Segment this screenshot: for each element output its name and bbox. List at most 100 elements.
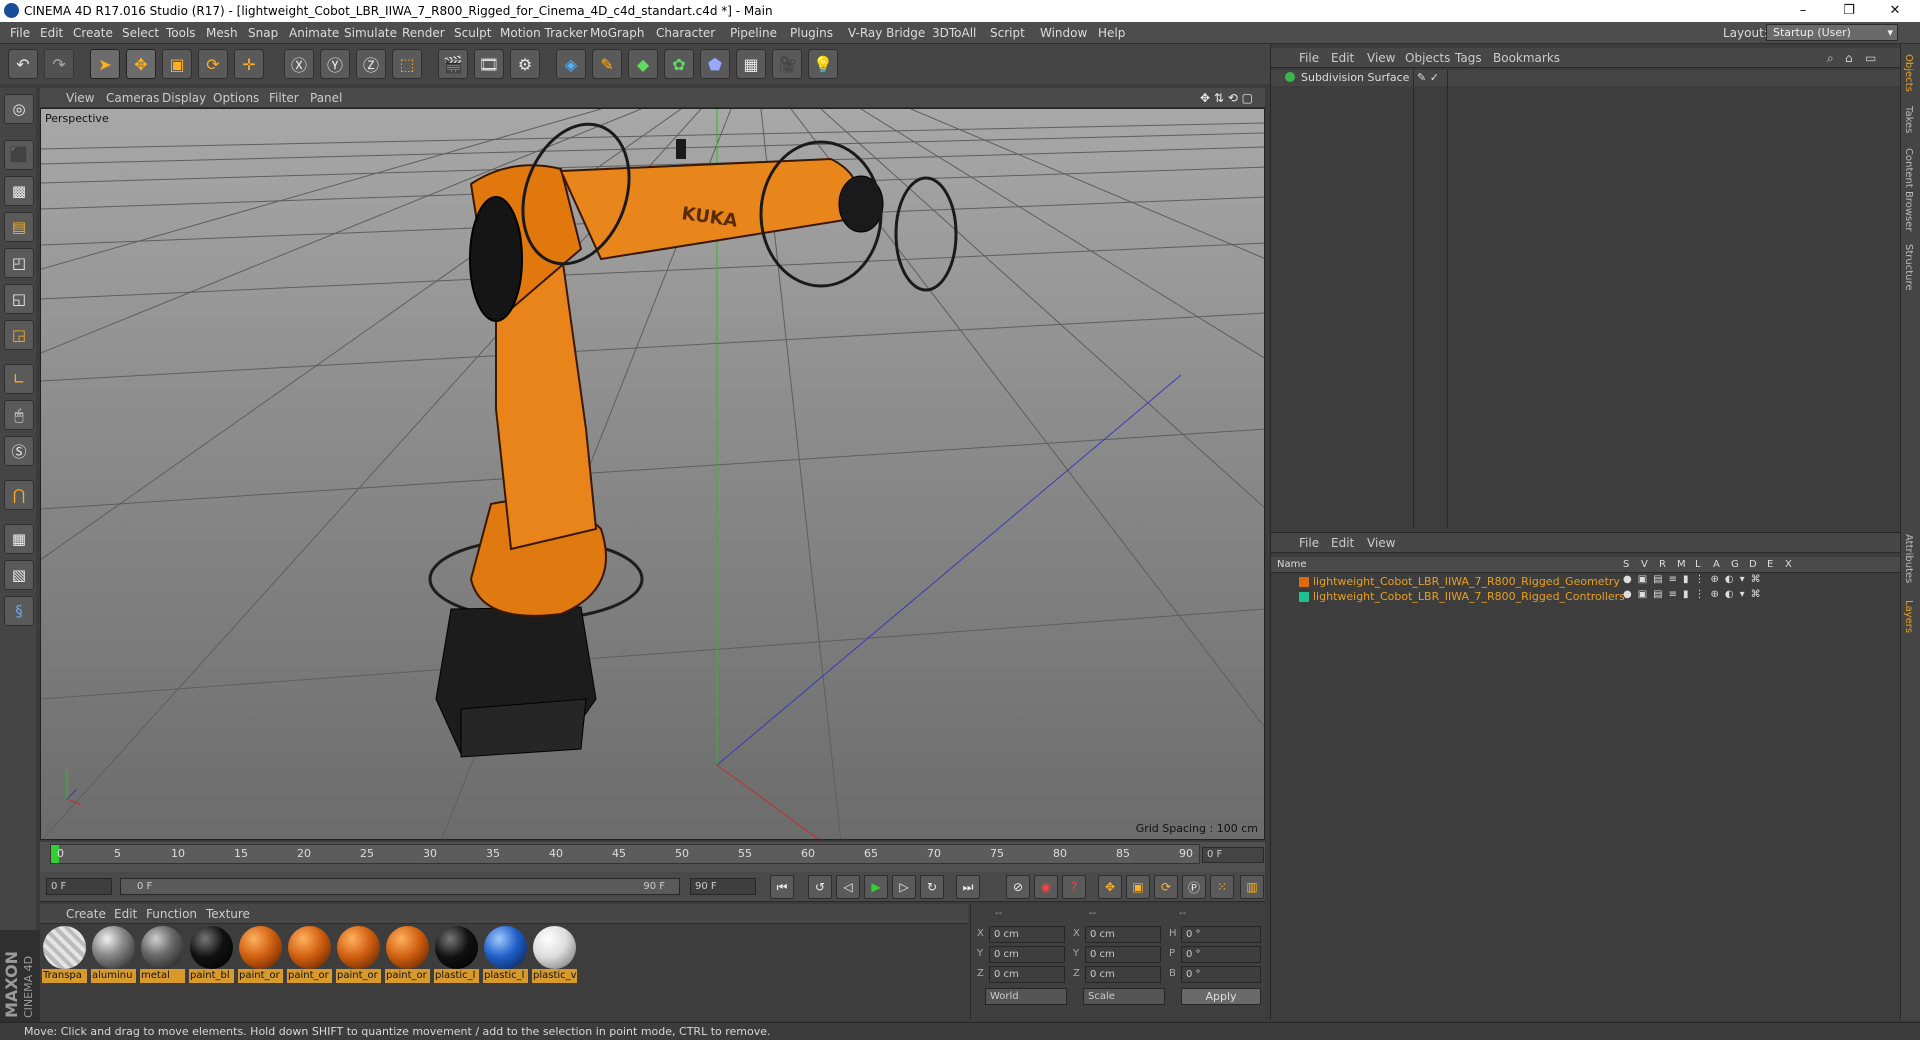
layout-select[interactable]: Startup (User) ▾ bbox=[1766, 24, 1898, 41]
column-generators[interactable]: G bbox=[1731, 559, 1739, 570]
next-key-button[interactable]: ↻ bbox=[920, 875, 944, 899]
tab-takes[interactable]: Takes bbox=[1903, 106, 1914, 133]
python-button[interactable]: § bbox=[4, 596, 34, 626]
menu-window[interactable]: Window bbox=[1040, 26, 1087, 40]
material-swatch[interactable]: plastic_l bbox=[434, 926, 479, 986]
menu-file[interactable]: File bbox=[10, 26, 30, 40]
menu-tools[interactable]: Tools bbox=[166, 26, 196, 40]
material-menu-create[interactable]: Create bbox=[66, 907, 106, 921]
tab-attributes[interactable]: Attributes bbox=[1903, 534, 1914, 583]
robot-arm-model[interactable]: KUKA bbox=[428, 109, 958, 758]
material-menu-texture[interactable]: Texture bbox=[206, 907, 250, 921]
mograph-cloner-button[interactable]: ✿ bbox=[664, 49, 694, 79]
minimize-button[interactable]: – bbox=[1780, 0, 1826, 22]
material-swatch[interactable]: paint_bl bbox=[189, 926, 234, 986]
column-expressions[interactable]: E bbox=[1767, 559, 1773, 570]
snap-button[interactable]: Ⓢ bbox=[4, 436, 34, 466]
column-view[interactable]: V bbox=[1641, 559, 1648, 570]
material-swatch[interactable]: paint_or bbox=[336, 926, 381, 986]
menu-mesh[interactable]: Mesh bbox=[206, 26, 238, 40]
deformer-button[interactable]: ⬟ bbox=[700, 49, 730, 79]
menu-simulate[interactable]: Simulate bbox=[344, 26, 397, 40]
workplane-mode-button[interactable]: ▤ bbox=[4, 212, 34, 242]
rotate-tool-button[interactable]: ⟳ bbox=[198, 49, 228, 79]
lm-menu-edit[interactable]: Edit bbox=[1331, 536, 1354, 550]
viewport-menu-display[interactable]: Display bbox=[162, 91, 206, 105]
key-scale-button[interactable]: ▣ bbox=[1126, 875, 1150, 899]
viewport-menu-panel[interactable]: Panel bbox=[310, 91, 342, 105]
menu-animate[interactable]: Animate bbox=[289, 26, 339, 40]
edit-check-icon[interactable]: ✎ ✓ bbox=[1417, 71, 1439, 84]
material-swatch[interactable]: plastic_l bbox=[483, 926, 528, 986]
column-solo[interactable]: S bbox=[1623, 559, 1629, 570]
om-menu-edit[interactable]: Edit bbox=[1331, 51, 1354, 65]
menu-motion-tracker[interactable]: Motion Tracker bbox=[500, 26, 588, 40]
prev-key-button[interactable]: ↺ bbox=[808, 875, 832, 899]
lock-workplane-button[interactable]: ▦ bbox=[4, 524, 34, 554]
motion-record-button[interactable]: ⊘ bbox=[1006, 875, 1030, 899]
cube-object-button[interactable]: ◈ bbox=[556, 49, 586, 79]
menu-edit[interactable]: Edit bbox=[40, 26, 63, 40]
viewport-nav-icons[interactable]: ✥ ⇅ ⟲ ▢ bbox=[1200, 91, 1253, 105]
rotation-p-field[interactable]: 0 ° bbox=[1181, 946, 1261, 963]
column-name[interactable]: Name bbox=[1277, 559, 1307, 570]
om-menu-objects[interactable]: Objects bbox=[1405, 51, 1450, 65]
texture-mode-button[interactable]: ▩ bbox=[4, 176, 34, 206]
menu-render[interactable]: Render bbox=[402, 26, 445, 40]
column-render[interactable]: R bbox=[1659, 559, 1666, 570]
tab-objects[interactable]: Objects bbox=[1903, 54, 1914, 92]
viewport-menu-filter[interactable]: Filter bbox=[269, 91, 299, 105]
om-menu-tags[interactable]: Tags bbox=[1455, 51, 1482, 65]
lm-menu-view[interactable]: View bbox=[1367, 536, 1395, 550]
live-selection-button[interactable]: ➤ bbox=[90, 49, 120, 79]
om-menu-file[interactable]: File bbox=[1299, 51, 1319, 65]
render-picture-viewer-button[interactable]: 🎞 bbox=[474, 49, 504, 79]
object-row[interactable]: Subdivision Surface ✎ ✓ bbox=[1271, 70, 1901, 86]
om-menu-view[interactable]: View bbox=[1367, 51, 1395, 65]
viewport-menu-view[interactable]: View bbox=[66, 91, 94, 105]
play-button[interactable]: ▶ bbox=[864, 875, 888, 899]
goto-end-button[interactable]: ⏭ bbox=[956, 875, 980, 899]
scale-tool-button[interactable]: ▣ bbox=[162, 49, 192, 79]
position-z-field[interactable]: 0 cm bbox=[989, 966, 1065, 983]
frame-ruler[interactable]: 0 5 10 15 20 25 30 35 40 45 50 55 60 65 … bbox=[50, 844, 1200, 864]
menu-create[interactable]: Create bbox=[73, 26, 113, 40]
material-swatch[interactable]: aluminu bbox=[91, 926, 136, 986]
edges-mode-button[interactable]: ◱ bbox=[4, 284, 34, 314]
material-swatch[interactable]: metal bbox=[140, 926, 185, 986]
tweak-mode-button[interactable]: 🖱 bbox=[4, 400, 34, 430]
menu-plugins[interactable]: Plugins bbox=[790, 26, 833, 40]
magnet-button[interactable]: ⋂ bbox=[4, 480, 34, 510]
rotation-h-field[interactable]: 0 ° bbox=[1181, 926, 1261, 943]
planar-workplane-button[interactable]: ▧ bbox=[4, 560, 34, 590]
model-mode-button[interactable]: ⬛ bbox=[4, 140, 34, 170]
menu-3dtoall[interactable]: 3DToAll bbox=[932, 26, 976, 40]
lm-menu-file[interactable]: File bbox=[1299, 536, 1319, 550]
tab-layers[interactable]: Layers bbox=[1903, 600, 1914, 633]
make-editable-button[interactable]: ◎ bbox=[4, 94, 34, 124]
viewport-perspective[interactable]: KUKA Perspective Grid Spacing : 100 cm bbox=[40, 108, 1265, 840]
material-swatch[interactable]: Transpa bbox=[42, 926, 87, 986]
material-swatch[interactable]: paint_or bbox=[238, 926, 283, 986]
frame-range-slider[interactable]: 0 F 90 F bbox=[120, 878, 680, 895]
menu-select[interactable]: Select bbox=[122, 26, 159, 40]
undo-button[interactable]: ↶ bbox=[8, 49, 38, 79]
timeline-window-button[interactable]: ▥ bbox=[1240, 875, 1264, 899]
column-deformers[interactable]: D bbox=[1749, 559, 1757, 570]
render-view-button[interactable]: 🎬 bbox=[438, 49, 468, 79]
subdivision-surface-button[interactable]: ◆ bbox=[628, 49, 658, 79]
move-tool-button[interactable]: ✥ bbox=[126, 49, 156, 79]
start-frame-field[interactable]: 0 F bbox=[46, 878, 112, 895]
record-keys-button[interactable]: ◉ bbox=[1034, 875, 1058, 899]
rotation-b-field[interactable]: 0 ° bbox=[1181, 966, 1261, 983]
material-swatch[interactable]: plastic_v bbox=[532, 926, 577, 986]
coordinate-mode-select[interactable]: World bbox=[985, 988, 1067, 1005]
column-manager[interactable]: M bbox=[1677, 559, 1686, 570]
menu-script[interactable]: Script bbox=[990, 26, 1025, 40]
z-axis-button[interactable]: Ⓩ bbox=[356, 49, 386, 79]
menu-pipeline[interactable]: Pipeline bbox=[730, 26, 777, 40]
restore-button[interactable]: ❐ bbox=[1826, 0, 1872, 22]
prev-frame-button[interactable]: ◁ bbox=[836, 875, 860, 899]
current-frame-field[interactable]: 0 F bbox=[1202, 847, 1264, 863]
size-z-field[interactable]: 0 cm bbox=[1085, 966, 1161, 983]
